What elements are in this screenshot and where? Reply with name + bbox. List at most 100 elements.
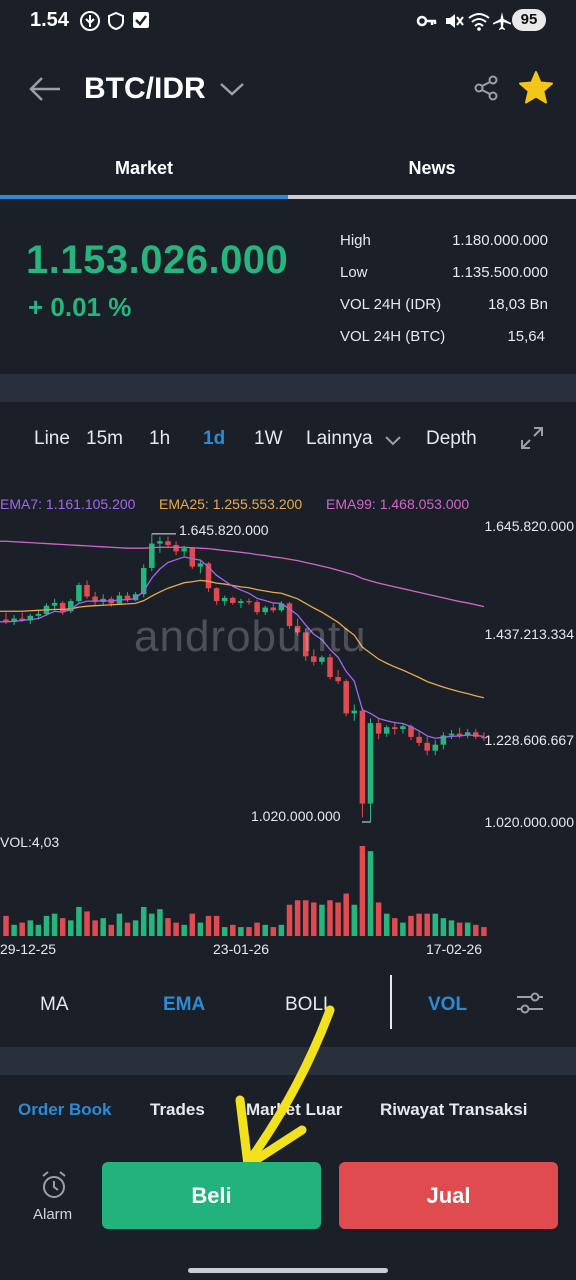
- ema99-line: [0, 540, 485, 608]
- vpn-icon: [106, 11, 126, 31]
- tab-riwayat-transaksi[interactable]: Riwayat Transaksi: [380, 1100, 527, 1120]
- sell-button[interactable]: Jual: [339, 1162, 558, 1229]
- tf-depth[interactable]: Depth: [426, 428, 477, 450]
- candle-body: [246, 601, 252, 603]
- volume-bar: [327, 900, 333, 936]
- tf-line[interactable]: Line: [34, 428, 70, 450]
- volume-bar: [51, 913, 58, 936]
- tab-market-indicator: [0, 195, 288, 199]
- candle-body: [35, 613, 42, 616]
- stat-high-value: 1.180.000.000: [452, 232, 548, 249]
- indicator-settings-button[interactable]: [515, 991, 545, 1020]
- pair-title[interactable]: BTC/IDR: [84, 72, 206, 106]
- volume-bar: [59, 918, 66, 936]
- indicator-ema[interactable]: EMA: [163, 994, 205, 1016]
- candle-body: [197, 563, 204, 567]
- candle-body: [84, 584, 90, 597]
- back-button[interactable]: [28, 74, 62, 109]
- volume-bar: [416, 913, 422, 936]
- volume-bar: [343, 893, 349, 936]
- indicator-vol[interactable]: VOL: [428, 994, 467, 1016]
- candle-body: [230, 597, 236, 603]
- tf-1d[interactable]: 1d: [203, 428, 225, 450]
- volume-bar: [173, 922, 179, 936]
- volume-bar: [464, 922, 471, 936]
- chevron-down-icon: [220, 83, 244, 96]
- tf-1h[interactable]: 1h: [149, 428, 170, 450]
- volume-bar: [238, 927, 244, 936]
- candle-body: [400, 726, 406, 730]
- tf-15m[interactable]: 15m: [86, 428, 123, 450]
- favorite-button[interactable]: [518, 70, 554, 111]
- share-button[interactable]: [472, 74, 500, 107]
- buy-button[interactable]: Beli: [102, 1162, 321, 1229]
- back-arrow-icon: [29, 77, 60, 101]
- candle-body: [383, 727, 390, 734]
- candle-body: [343, 681, 349, 714]
- volume-bar: [157, 909, 163, 936]
- candle-body: [359, 710, 366, 804]
- stat-vol-idr-value: 18,03 Bn: [487, 296, 548, 313]
- volume-bar: [270, 927, 277, 936]
- price-chart[interactable]: [0, 490, 576, 960]
- airplane-icon: [492, 11, 512, 31]
- candle-body: [173, 544, 179, 552]
- volume-bar: [11, 924, 17, 936]
- tf-more[interactable]: Lainnya: [306, 428, 373, 450]
- volume-bar: [116, 913, 123, 936]
- current-price: 1.153.026.000: [26, 238, 289, 282]
- stat-low-label: Low: [340, 264, 368, 281]
- home-indicator[interactable]: [188, 1268, 388, 1273]
- candle-body: [189, 548, 196, 567]
- watermark: androbuntu: [134, 612, 367, 661]
- tf-1w[interactable]: 1W: [254, 428, 283, 450]
- volume-bar: [400, 922, 406, 936]
- sliders-icon: [517, 992, 543, 1014]
- x-axis-label: 17-02-26: [426, 941, 483, 957]
- candle-body: [165, 541, 171, 545]
- volume-bar: [424, 913, 430, 936]
- volume-bar: [3, 915, 9, 936]
- candle-body: [351, 710, 358, 714]
- stat-vol-idr-label: VOL 24H (IDR): [340, 296, 442, 313]
- volume-bar: [481, 927, 487, 936]
- volume-bar: [286, 904, 293, 936]
- volume-bar: [19, 922, 25, 936]
- tab-news[interactable]: News: [288, 158, 576, 179]
- y-axis-label: 1.437.213.334: [484, 626, 574, 642]
- section-divider: [0, 374, 576, 402]
- volume-bar: [278, 924, 285, 936]
- pair-selector-button[interactable]: [218, 80, 246, 103]
- volume-bar: [335, 902, 341, 936]
- indicator-ma[interactable]: MA: [40, 994, 69, 1016]
- tab-market[interactable]: Market: [0, 158, 288, 179]
- volume-bar: [230, 924, 236, 936]
- candle-body: [221, 597, 228, 602]
- volume-bar: [262, 924, 268, 936]
- tab-order-book[interactable]: Order Book: [18, 1100, 112, 1120]
- stat-vol-btc-value: 15,64: [507, 328, 545, 345]
- candle-body: [367, 723, 374, 804]
- candle-body: [254, 602, 260, 613]
- x-axis-label: 23-01-26: [213, 941, 270, 957]
- price-change: + 0.01 %: [28, 292, 132, 322]
- checkbox-icon: [132, 11, 152, 31]
- fullscreen-button[interactable]: [520, 426, 544, 455]
- status-time: 1.54: [30, 9, 69, 31]
- volume-bar: [92, 920, 98, 936]
- volume-bar: [35, 924, 42, 936]
- volume-bar: [392, 918, 398, 936]
- alarm-label: Alarm: [33, 1206, 73, 1223]
- volume-bar: [205, 915, 212, 936]
- volume-bar: [375, 902, 382, 936]
- volume-bar: [221, 927, 228, 936]
- volume-bar: [165, 918, 171, 936]
- volume-bar: [432, 913, 439, 936]
- stat-vol-btc-label: VOL 24H (BTC): [340, 328, 446, 345]
- stat-high-label: High: [340, 232, 371, 249]
- volume-bar: [448, 920, 455, 936]
- volume-bar: [246, 927, 252, 936]
- x-axis-label: 29-12-25: [0, 941, 57, 957]
- candle-body: [416, 736, 422, 743]
- tab-trades[interactable]: Trades: [150, 1100, 205, 1120]
